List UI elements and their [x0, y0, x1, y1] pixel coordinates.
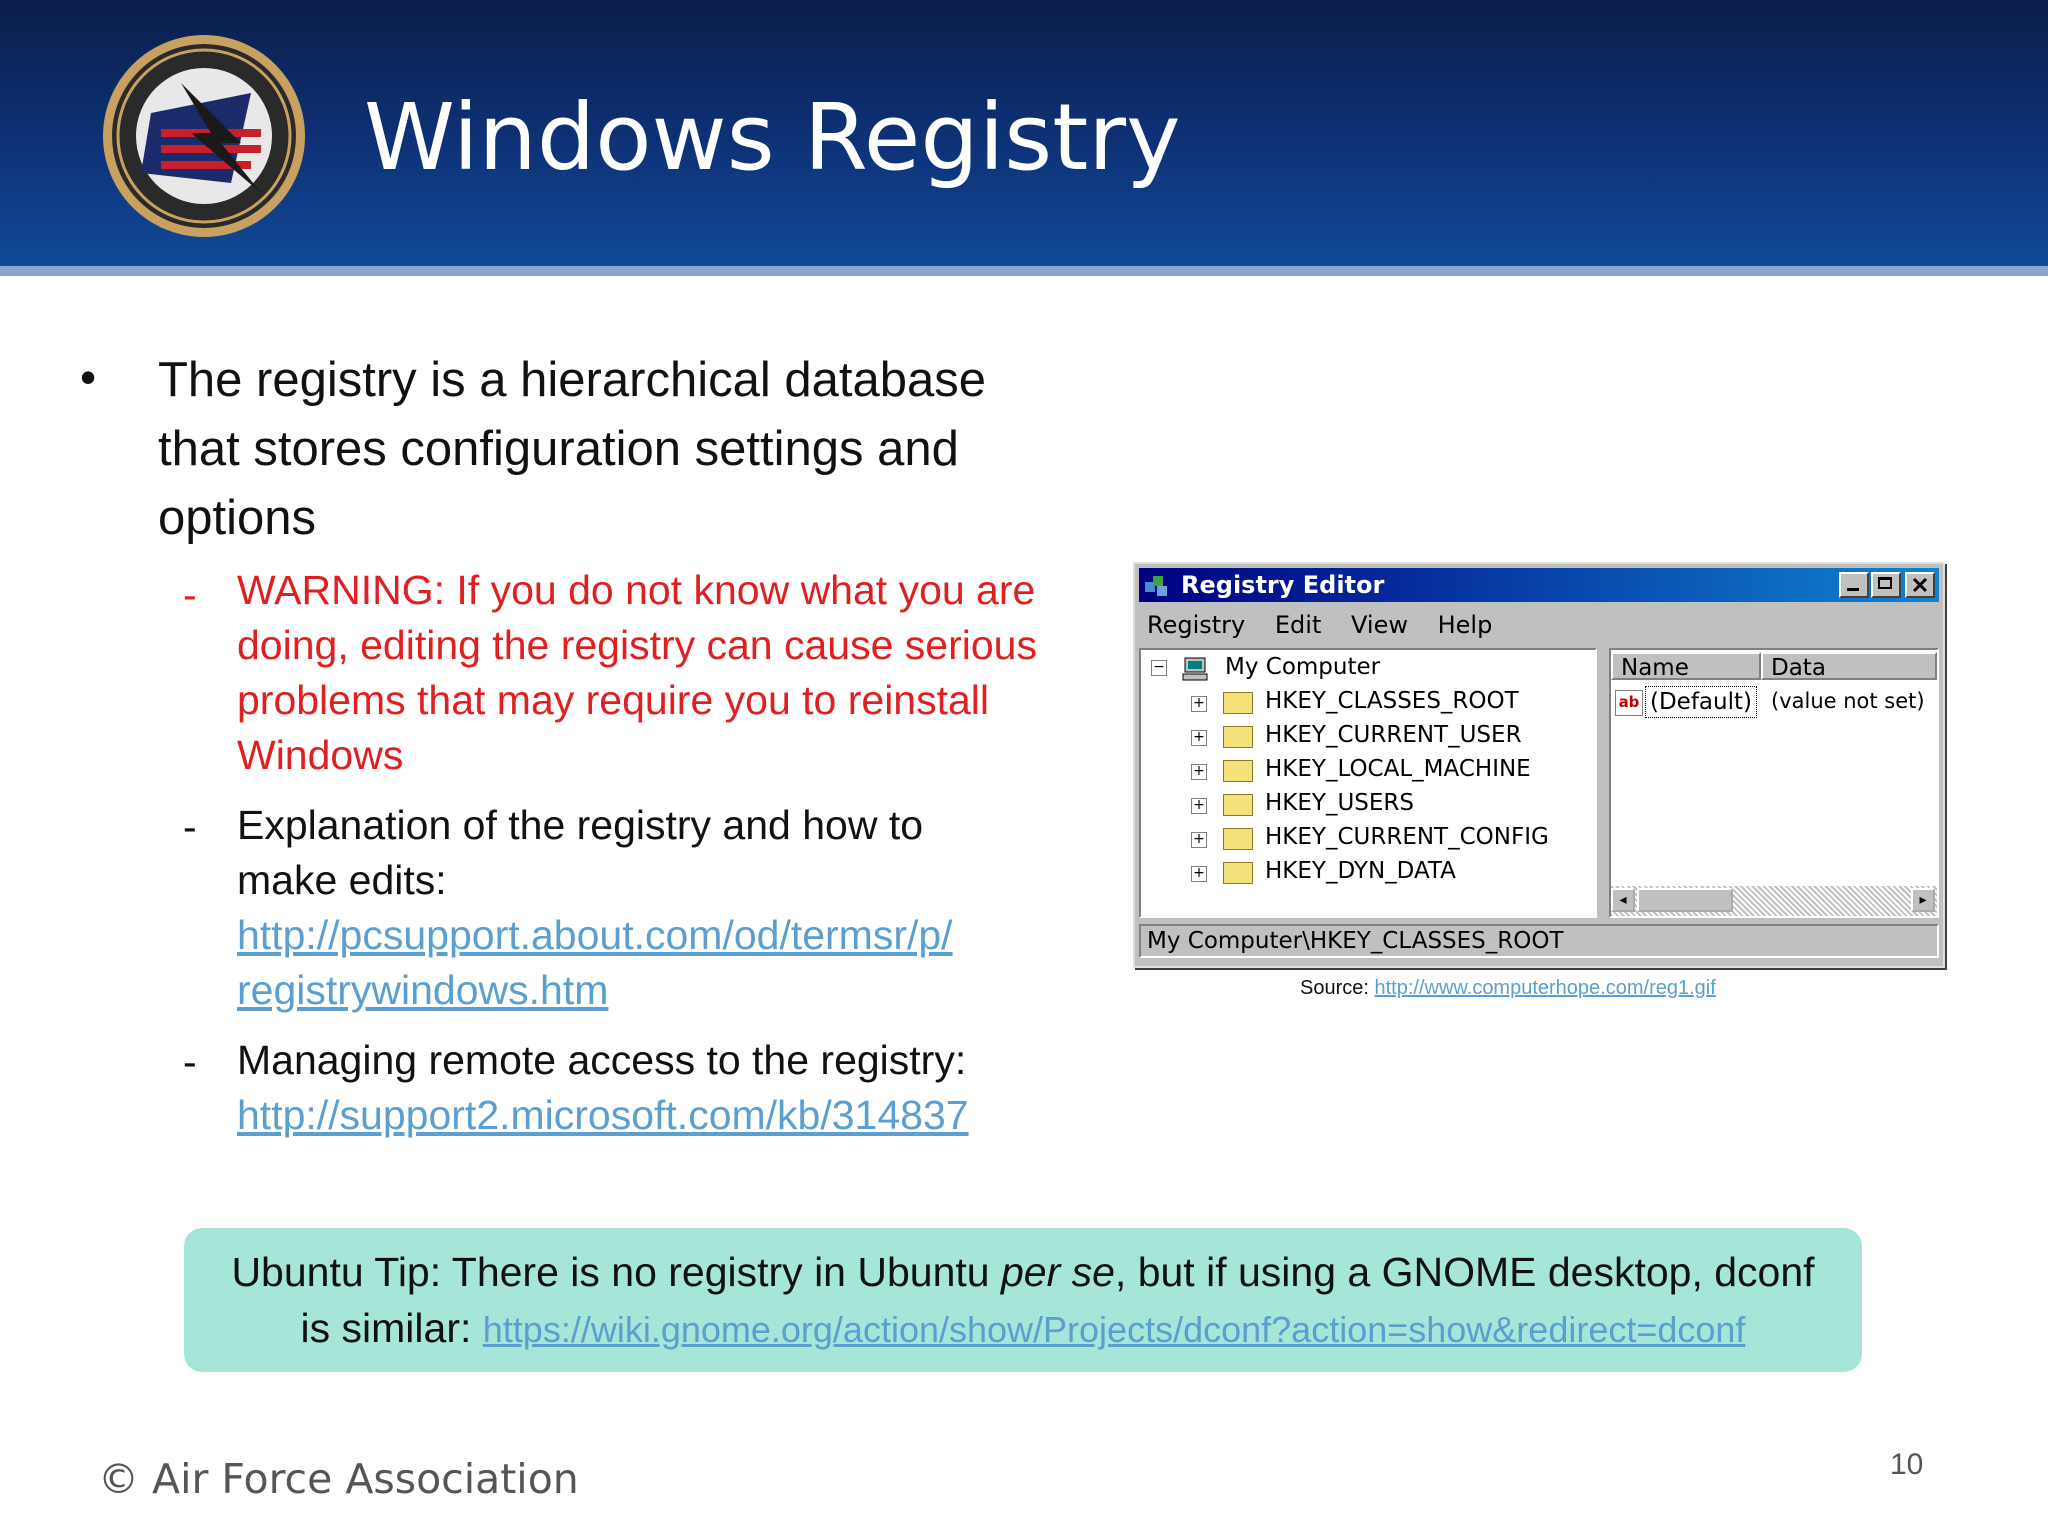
folder-icon [1223, 828, 1253, 850]
menu-edit[interactable]: Edit [1275, 611, 1321, 639]
folder-icon [1223, 726, 1253, 748]
horizontal-scrollbar[interactable]: ◂ ▸ [1611, 886, 1937, 916]
expand-icon[interactable]: + [1191, 764, 1207, 780]
tip-emphasis: per se [1000, 1249, 1115, 1295]
scroll-right-icon[interactable]: ▸ [1911, 888, 1935, 912]
microsoft-kb-link[interactable]: http://support2.microsoft.com/kb/314837 [237, 1088, 1037, 1143]
column-header-name[interactable]: Name [1611, 652, 1761, 681]
registry-app-icon [1145, 576, 1167, 596]
expand-icon[interactable]: + [1191, 696, 1207, 712]
string-value-icon: ab [1615, 690, 1643, 716]
tree-key[interactable]: HKEY_CLASSES_ROOT [1265, 686, 1519, 716]
dash: - [183, 1039, 197, 1085]
tip-line-1: Ubuntu Tip: There is no registry in Ubun… [184, 1244, 1862, 1300]
page-number: 10 [1890, 1448, 1924, 1481]
pcsupport-link-line2[interactable]: registrywindows.htm [237, 963, 1037, 1018]
tip-prefix: Ubuntu Tip: There is no registry in Ubun… [231, 1249, 1001, 1295]
menu-bar: Registry Edit View Help [1147, 608, 1514, 642]
tree-pane: − My Computer + HKEY_CLASSES_ROOT + HKEY… [1139, 648, 1597, 918]
expand-icon[interactable]: + [1191, 730, 1207, 746]
tree-root-my-computer[interactable]: My Computer [1225, 652, 1380, 682]
folder-icon [1223, 794, 1253, 816]
folder-icon [1223, 760, 1253, 782]
tip-line-2: is similar: https://wiki.gnome.org/actio… [184, 1300, 1862, 1358]
slide-title: Windows Registry [364, 84, 1181, 191]
values-pane: Name Data ab (Default) (value not set) ◂… [1609, 648, 1939, 918]
tip-line2-prefix: is similar: [300, 1305, 483, 1351]
registry-editor-window: Registry Editor Registry Edit View Help … [1133, 562, 1945, 968]
pcsupport-link-line1[interactable]: http://pcsupport.about.com/od/termsr/p/ [237, 908, 1037, 963]
close-button[interactable] [1905, 572, 1935, 598]
collapse-icon[interactable]: − [1151, 660, 1167, 676]
maximize-button[interactable] [1871, 572, 1901, 598]
scroll-left-icon[interactable]: ◂ [1611, 888, 1635, 912]
expand-icon[interactable]: + [1191, 798, 1207, 814]
menu-view[interactable]: View [1351, 611, 1408, 639]
source-label: Source: [1300, 977, 1369, 999]
tree-key[interactable]: HKEY_CURRENT_USER [1265, 720, 1522, 750]
menu-help[interactable]: Help [1438, 611, 1493, 639]
column-header-data[interactable]: Data [1761, 652, 1937, 681]
window-title: Registry Editor [1181, 571, 1385, 599]
value-name[interactable]: (Default) [1645, 686, 1757, 718]
computer-icon [1182, 657, 1208, 681]
menu-registry[interactable]: Registry [1147, 611, 1245, 639]
status-bar: My Computer\HKEY_CLASSES_ROOT [1139, 924, 1939, 958]
image-source: Source: http://www.computerhope.com/reg1… [1300, 977, 1716, 1000]
dconf-wiki-link[interactable]: https://wiki.gnome.org/action/show/Proje… [483, 1309, 1746, 1350]
folder-icon [1223, 862, 1253, 884]
bullet-dot: • [80, 351, 97, 403]
dash: - [183, 804, 197, 850]
expand-icon[interactable]: + [1191, 832, 1207, 848]
window-titlebar: Registry Editor [1139, 568, 1939, 602]
tree-key[interactable]: HKEY_CURRENT_CONFIG [1265, 822, 1549, 852]
value-data: (value not set) [1771, 689, 1925, 713]
main-bullet-text: The registry is a hierarchical database … [158, 353, 986, 545]
expand-icon[interactable]: + [1191, 866, 1207, 882]
source-link[interactable]: http://www.computerhope.com/reg1.gif [1375, 977, 1716, 999]
cyberpatriot-logo [103, 35, 305, 237]
tip-suffix: , but if using a GNOME desktop, dconf [1114, 1249, 1815, 1295]
dash: - [183, 572, 197, 618]
ubuntu-tip-box: Ubuntu Tip: There is no registry in Ubun… [184, 1228, 1862, 1372]
header-divider [0, 266, 2048, 276]
explanation-text: Explanation of the registry and how to m… [237, 802, 924, 903]
warning-text: WARNING: If you do not know what you are… [237, 567, 1037, 778]
tree-key[interactable]: HKEY_USERS [1265, 788, 1414, 818]
folder-icon [1223, 692, 1253, 714]
close-icon [1912, 577, 1928, 593]
tree-key[interactable]: HKEY_DYN_DATA [1265, 856, 1456, 886]
copyright: © Air Force Association [98, 1455, 579, 1503]
scroll-thumb[interactable] [1637, 888, 1733, 912]
tree-key[interactable]: HKEY_LOCAL_MACHINE [1265, 754, 1531, 784]
remote-access-text: Managing remote access to the registry: [237, 1037, 967, 1083]
minimize-button[interactable] [1839, 572, 1869, 598]
